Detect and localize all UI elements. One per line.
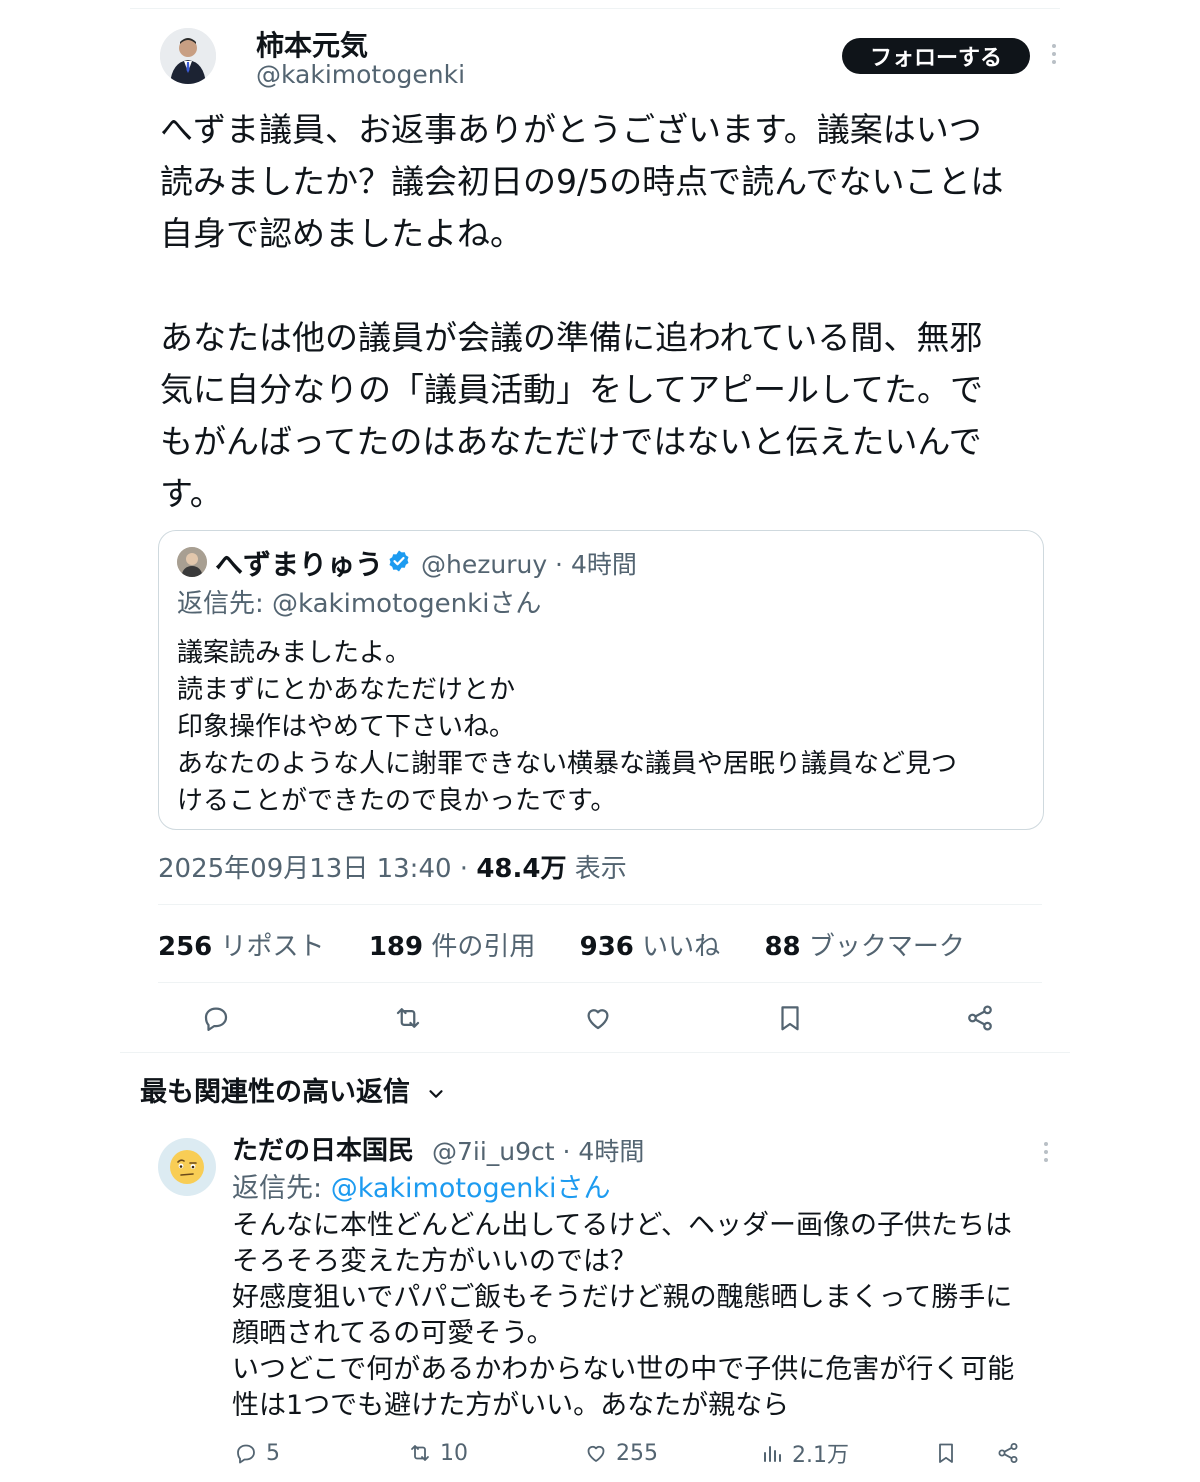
tweet-meta: 2025年09月13日 13:40 · 48.4万 表示 (158, 848, 627, 885)
views-count: 48.4万 (476, 854, 567, 884)
reply-reply-to: 返信先: @kakimotogenkiさん (232, 1173, 611, 1204)
reply-author-avatar[interactable] (158, 1138, 216, 1196)
stat-reposts[interactable]: 256 リポスト (158, 932, 325, 962)
author-handle[interactable]: @kakimotogenki (256, 60, 465, 89)
reply-views-count: 2.1万 (792, 1443, 849, 1468)
share-button[interactable] (962, 1000, 998, 1036)
reply-icon (204, 1007, 228, 1031)
repost-button[interactable] (390, 1000, 426, 1036)
reply-share-button[interactable] (996, 1436, 1028, 1470)
stat-bookmarks[interactable]: 88 ブックマーク (764, 932, 964, 962)
verified-badge-icon (389, 550, 409, 572)
author-avatar-image (160, 28, 216, 84)
views-label: 表示 (566, 854, 627, 884)
share-icon (968, 1005, 992, 1031)
reply-reposts-count: 10 (440, 1440, 468, 1466)
reply-button[interactable] (198, 1000, 234, 1036)
more-icon[interactable] (1040, 1142, 1052, 1164)
chevron-down-icon (429, 1089, 444, 1098)
repost-icon (411, 1445, 429, 1461)
quoted-reply-to: 返信先: @kakimotogenkiさん (177, 589, 542, 619)
reply-handle-time: @7ii_u9ct · 4時間 (432, 1137, 645, 1166)
follow-button[interactable]: フォローする (842, 38, 1030, 74)
share-icon (998, 1443, 1018, 1463)
reply-icon (237, 1444, 255, 1464)
reply-text: そんなに本性どんどん出してるけど、ヘッダー画像の子供たちは そろそろ変えた方がい… (232, 1210, 1015, 1421)
reply-repost-button[interactable]: 10 (408, 1436, 468, 1470)
like-button[interactable] (580, 1000, 616, 1036)
quoted-author-name[interactable]: へずまりゅう (215, 543, 383, 583)
tweet-text: へずま議員、お返事ありがとうございます。議案はいつ 読みましたか？議会初日の9/… (160, 110, 1004, 513)
reply-author-name[interactable]: ただの日本国民 (232, 1130, 414, 1167)
reply-to-mention-link[interactable]: @kakimotogenkiさん (331, 1173, 611, 1204)
section-divider (120, 1052, 1070, 1053)
author-avatar[interactable] (160, 28, 216, 84)
stat-quotes[interactable]: 189 件の引用 (369, 932, 536, 962)
author-name[interactable]: 柿本元気 (256, 24, 368, 64)
like-icon (587, 1009, 609, 1030)
replies-sort-dropdown[interactable]: 最も関連性の高い返信 (140, 1070, 447, 1109)
reply-replies-count: 5 (266, 1440, 280, 1466)
divider (158, 904, 1042, 905)
quoted-tweet-text: 議案読みましたよ。 読まずにとかあなただけとか 印象操作はやめて下さいね。 あな… (177, 638, 958, 816)
reply-bookmark-button[interactable] (934, 1436, 966, 1470)
reply-views-button[interactable]: 2.1万 (760, 1436, 849, 1470)
repost-icon (396, 1008, 420, 1028)
like-icon (587, 1445, 605, 1462)
replies-sort-label: 最も関連性の高い返信 (140, 1077, 410, 1108)
views-icon (764, 1446, 781, 1462)
stat-likes[interactable]: 936 いいね (580, 932, 721, 962)
reply-like-button[interactable]: 255 (584, 1436, 658, 1470)
bookmark-icon (781, 1006, 799, 1031)
top-divider (130, 8, 1060, 9)
reply-likes-count: 255 (616, 1440, 658, 1466)
bookmark-button[interactable] (772, 1000, 808, 1036)
tweet-timestamp[interactable]: 2025年09月13日 13:40 · (158, 854, 476, 884)
more-icon[interactable] (1048, 44, 1060, 70)
engagement-stats: 256 リポスト 189 件の引用 936 いいね 88 ブックマーク (158, 926, 1001, 963)
quoted-handle-time: @hezuruy · 4時間 (421, 550, 637, 579)
divider (158, 982, 1042, 983)
quoted-author-avatar[interactable] (177, 547, 207, 577)
quoted-avatar-image (177, 547, 207, 577)
quoted-tweet[interactable]: へずまりゅう @hezuruy · 4時間 返信先: @kakimotogenk… (158, 530, 1044, 830)
reply-reply-button[interactable]: 5 (234, 1436, 280, 1470)
bookmark-icon (939, 1443, 953, 1463)
raised-eyebrow-emoji-icon (170, 1150, 204, 1184)
